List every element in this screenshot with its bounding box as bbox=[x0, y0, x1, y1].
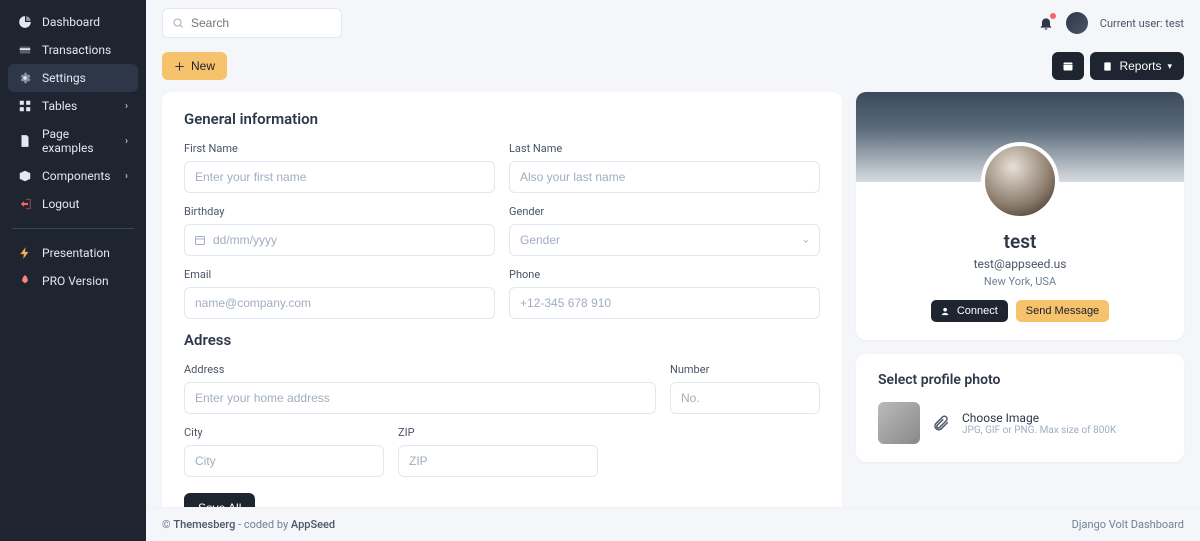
zip-input[interactable] bbox=[398, 445, 598, 477]
birthday-input[interactable] bbox=[184, 224, 495, 256]
footer-brand2[interactable]: AppSeed bbox=[291, 518, 335, 531]
sidebar-item-components[interactable]: Components › bbox=[8, 162, 138, 190]
divider bbox=[12, 228, 134, 229]
address-label: Address bbox=[184, 363, 656, 376]
phone-input[interactable] bbox=[509, 287, 820, 319]
sidebar-item-label: Settings bbox=[42, 71, 86, 85]
city-label: City bbox=[184, 426, 384, 439]
user-plus-icon bbox=[941, 306, 952, 317]
last-name-input[interactable] bbox=[509, 161, 820, 193]
gender-select[interactable] bbox=[509, 224, 820, 256]
sidebar-item-logout[interactable]: Logout bbox=[8, 190, 138, 218]
sidebar-item-page-examples[interactable]: Page examples › bbox=[8, 120, 138, 162]
clipboard-icon bbox=[1102, 61, 1113, 72]
chevron-right-icon: › bbox=[125, 101, 128, 112]
address-input[interactable] bbox=[184, 382, 656, 414]
footer-brand1[interactable]: Themesberg bbox=[173, 518, 235, 531]
sidebar-item-settings[interactable]: Settings bbox=[8, 64, 138, 92]
profile-avatar bbox=[981, 142, 1059, 220]
bolt-icon bbox=[18, 246, 32, 260]
chevron-right-icon: › bbox=[125, 136, 128, 147]
sidebar-item-label: Logout bbox=[42, 197, 79, 211]
search-wrap bbox=[162, 8, 342, 38]
rocket-icon bbox=[18, 274, 32, 288]
sidebar-item-label: Page examples bbox=[42, 127, 115, 155]
sidebar-item-label: Presentation bbox=[42, 246, 110, 260]
save-button[interactable]: Save All bbox=[184, 493, 255, 507]
topbar: Current user: test bbox=[146, 0, 1200, 46]
notifications-button[interactable] bbox=[1038, 15, 1054, 31]
birthday-label: Birthday bbox=[184, 205, 495, 218]
number-input[interactable] bbox=[670, 382, 820, 414]
sidebar-item-label: Tables bbox=[42, 99, 77, 113]
sidebar-item-label: Components bbox=[42, 169, 111, 183]
paperclip-icon bbox=[932, 414, 950, 432]
choose-image-label: Choose Image bbox=[962, 411, 1116, 425]
email-input[interactable] bbox=[184, 287, 495, 319]
last-name-label: Last Name bbox=[509, 142, 820, 155]
profile-location: New York, USA bbox=[872, 275, 1168, 288]
photo-title: Select profile photo bbox=[878, 372, 1162, 388]
connect-button[interactable]: Connect bbox=[931, 300, 1008, 322]
choose-image-button[interactable]: Choose Image JPG, GIF or PNG. Max size o… bbox=[962, 411, 1116, 436]
gender-label: Gender bbox=[509, 205, 820, 218]
plus-icon bbox=[174, 61, 185, 72]
number-label: Number bbox=[670, 363, 820, 376]
first-name-label: First Name bbox=[184, 142, 495, 155]
general-info-card: General information First Name Last Name bbox=[162, 92, 842, 507]
reports-button-label: Reports bbox=[1119, 59, 1161, 73]
profile-email: test@appseed.us bbox=[872, 257, 1168, 271]
sidebar: Dashboard Transactions Settings Tables ›… bbox=[0, 0, 146, 541]
city-input[interactable] bbox=[184, 445, 384, 477]
file-icon bbox=[18, 134, 32, 148]
footer-copyright: © Themesberg - coded by AppSeed bbox=[162, 518, 335, 531]
section-title-general: General information bbox=[184, 110, 820, 128]
send-message-button[interactable]: Send Message bbox=[1016, 300, 1109, 322]
current-user-label: Current user: test bbox=[1100, 17, 1184, 30]
new-button-label: New bbox=[191, 59, 215, 73]
pie-icon bbox=[18, 15, 32, 29]
phone-label: Phone bbox=[509, 268, 820, 281]
sidebar-item-presentation[interactable]: Presentation bbox=[8, 239, 138, 267]
sidebar-item-label: PRO Version bbox=[42, 274, 109, 288]
avatar[interactable] bbox=[1066, 12, 1088, 34]
gear-icon bbox=[18, 71, 32, 85]
calendar-button[interactable] bbox=[1052, 52, 1084, 80]
section-title-address: Adress bbox=[184, 331, 820, 349]
first-name-input[interactable] bbox=[184, 161, 495, 193]
sidebar-item-label: Dashboard bbox=[42, 15, 100, 29]
profile-name: test bbox=[872, 230, 1168, 253]
sidebar-item-label: Transactions bbox=[42, 43, 111, 57]
chevron-right-icon: › bbox=[125, 171, 128, 182]
profile-card: test test@appseed.us New York, USA Conne… bbox=[856, 92, 1184, 340]
search-input[interactable] bbox=[162, 8, 342, 38]
actionbar: New Reports ▾ bbox=[146, 46, 1200, 92]
grid-icon bbox=[18, 99, 32, 113]
zip-label: ZIP bbox=[398, 426, 598, 439]
footer: © Themesberg - coded by AppSeed Django V… bbox=[146, 507, 1200, 541]
photo-thumbnail bbox=[878, 402, 920, 444]
logout-icon bbox=[18, 197, 32, 211]
choose-image-hint: JPG, GIF or PNG. Max size of 800K bbox=[962, 425, 1116, 436]
email-label: Email bbox=[184, 268, 495, 281]
calendar-icon bbox=[1062, 60, 1074, 72]
search-icon bbox=[172, 17, 184, 29]
sidebar-item-dashboard[interactable]: Dashboard bbox=[8, 8, 138, 36]
reports-button[interactable]: Reports ▾ bbox=[1090, 52, 1184, 80]
connect-label: Connect bbox=[957, 305, 998, 317]
card-icon bbox=[18, 43, 32, 57]
sidebar-item-pro[interactable]: PRO Version bbox=[8, 267, 138, 295]
new-button[interactable]: New bbox=[162, 52, 227, 80]
sidebar-item-tables[interactable]: Tables › bbox=[8, 92, 138, 120]
footer-right[interactable]: Django Volt Dashboard bbox=[1072, 518, 1184, 531]
sidebar-item-transactions[interactable]: Transactions bbox=[8, 36, 138, 64]
photo-card: Select profile photo Choose Image JPG, G… bbox=[856, 354, 1184, 462]
notification-dot bbox=[1050, 13, 1056, 19]
main: Current user: test New Reports ▾ bbox=[146, 0, 1200, 541]
box-icon bbox=[18, 169, 32, 183]
calendar-icon bbox=[194, 234, 206, 246]
chevron-down-icon: ▾ bbox=[1167, 61, 1172, 72]
